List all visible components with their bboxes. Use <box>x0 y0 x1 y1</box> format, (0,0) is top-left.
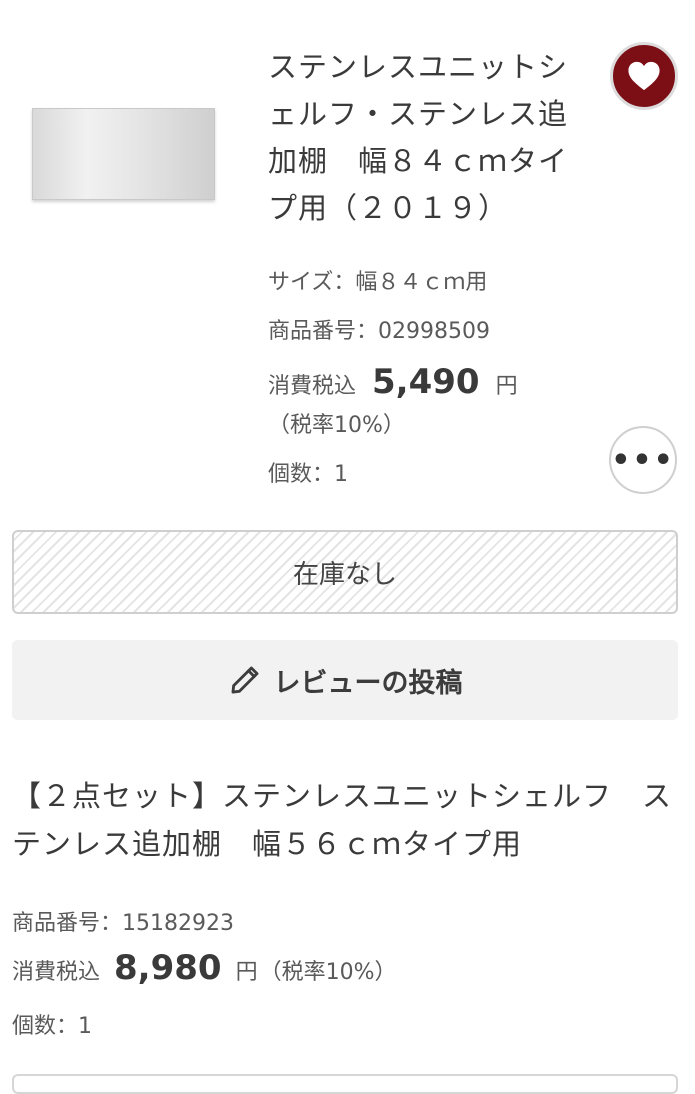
price-unit: 円 <box>495 374 518 399</box>
pencil-icon <box>231 666 258 694</box>
price-row: 消費税込 5,490 円 <box>268 362 518 402</box>
price-row-2: 消費税込 8,980 円 （税率10%） <box>12 948 396 988</box>
stock-status-label: 在庫なし <box>292 559 397 590</box>
quantity: 個数：1 <box>268 462 348 487</box>
favorite-button[interactable] <box>610 42 678 110</box>
product-image[interactable] <box>32 108 215 200</box>
price-label: 消費税込 <box>268 374 357 399</box>
post-review-label: レビューの投稿 <box>273 667 463 699</box>
price-unit-2: 円 <box>235 960 258 985</box>
price-value: 5,490 <box>372 362 480 402</box>
price-label-2: 消費税込 <box>12 960 101 985</box>
tax-rate: （税率10%） <box>268 413 405 438</box>
product-number: 商品番号：02998509 <box>268 319 490 344</box>
next-button-edge <box>12 1074 678 1094</box>
out-of-stock-button: 在庫なし <box>12 530 678 614</box>
product-title[interactable]: ステンレスユニットシェルフ・ステンレス追加棚 幅８４ｃｍタイプ用（２０１９） <box>268 44 568 232</box>
heart-icon <box>628 61 660 91</box>
product-number-2: 商品番号：15182923 <box>12 911 234 936</box>
more-horizontal-icon: ••• <box>611 442 675 478</box>
product-title-2[interactable]: 【２点セット】ステンレスユニットシェルフ ステンレス追加棚 幅５６ｃｍタイプ用 <box>12 772 684 868</box>
quantity-2: 個数：1 <box>12 1014 92 1039</box>
tax-rate-2: （税率10%） <box>259 960 397 985</box>
price-value-2: 8,980 <box>114 948 222 988</box>
post-review-button[interactable]: レビューの投稿 <box>12 640 678 720</box>
more-options-button[interactable]: ••• <box>609 426 677 494</box>
product-size: サイズ：幅８４ｃｍ用 <box>268 270 488 295</box>
